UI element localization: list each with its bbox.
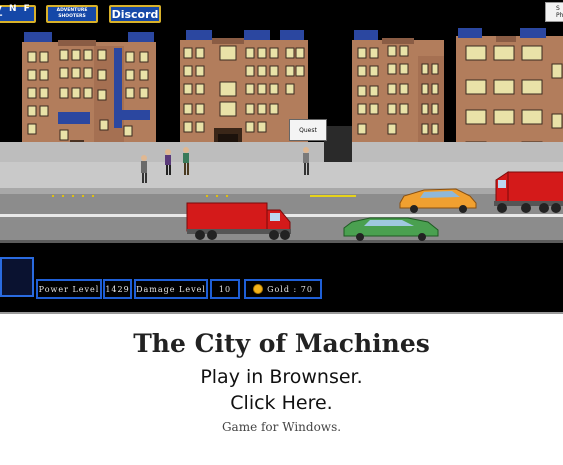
divider bbox=[0, 312, 563, 314]
alley-door bbox=[324, 126, 352, 164]
gold-counter: Gold : 70 bbox=[244, 279, 322, 299]
damage-level-label: Damage Level bbox=[134, 279, 208, 299]
avatar[interactable] bbox=[0, 257, 34, 297]
page-title: The City of Machines bbox=[133, 329, 430, 358]
nft-button[interactable]: y N F T bbox=[0, 4, 36, 24]
gold-coin-icon bbox=[253, 284, 264, 294]
power-level-label: Power Level bbox=[36, 279, 102, 299]
sidewalk bbox=[0, 162, 563, 192]
adventure-shooters-line2: SHOOTERS bbox=[58, 14, 86, 19]
adventure-shooters-button[interactable]: ADVENTURE SHOOTERS bbox=[46, 5, 98, 23]
corner-line1: S bbox=[556, 5, 560, 12]
back-wall bbox=[0, 142, 563, 164]
power-level-value: 1429 bbox=[103, 279, 132, 299]
game-canvas[interactable]: y N F T ADVENTURE SHOOTERS Discord S Ph … bbox=[0, 0, 563, 312]
corner-panel[interactable]: S Ph bbox=[545, 2, 563, 22]
quest-sign[interactable]: Quest bbox=[289, 119, 327, 141]
platform-subtitle: Game for Windows. bbox=[221, 420, 342, 434]
corner-line2: Ph bbox=[556, 12, 563, 19]
gold-text: Gold : 70 bbox=[267, 284, 313, 294]
hud-bar: Power Level 1429 Damage Level 10 Gold : … bbox=[0, 257, 563, 310]
caption-block: The City of Machines Play in Brownser. C… bbox=[0, 328, 563, 436]
discord-button[interactable]: Discord bbox=[109, 5, 161, 23]
red-truck-right bbox=[494, 171, 563, 213]
click-here-link[interactable]: Click Here. bbox=[0, 390, 563, 416]
play-in-browser-link[interactable]: Play in Brownser. bbox=[0, 364, 563, 390]
building-right-center bbox=[352, 30, 444, 144]
damage-level-value: 10 bbox=[210, 279, 240, 299]
